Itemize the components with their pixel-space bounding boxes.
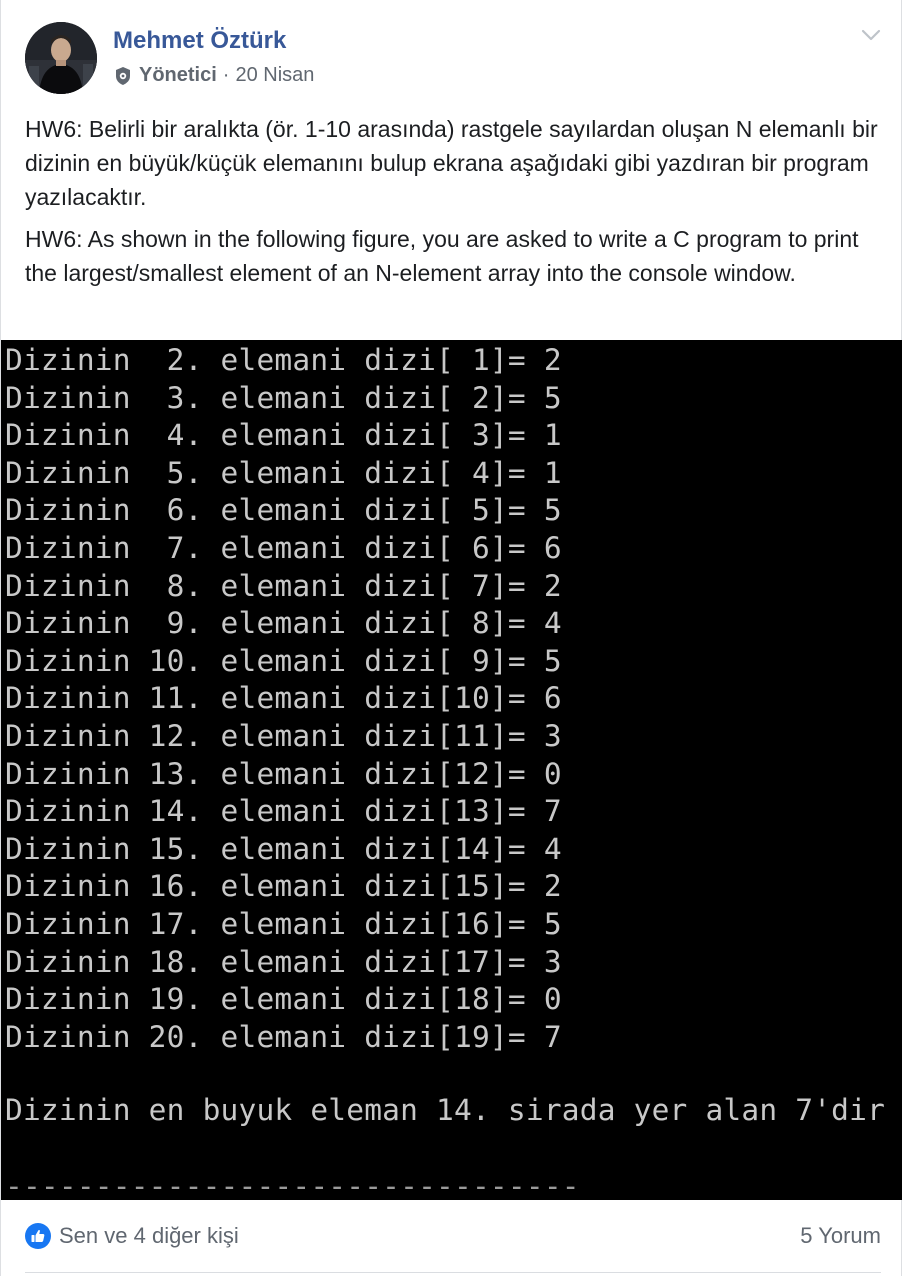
console-line: Dizinin 9. elemani dizi[ 8]= 4 xyxy=(5,606,562,641)
console-line: Dizinin 15. elemani dizi[14]= 4 xyxy=(5,831,562,866)
thumbs-up-icon xyxy=(25,1223,51,1249)
post-text-english: HW6: As shown in the following figure, y… xyxy=(25,226,859,286)
post-text-turkish: HW6: Belirli bir aralıkta (ör. 1-10 aras… xyxy=(25,116,878,210)
console-line: Dizinin 19. elemani dizi[18]= 0 xyxy=(5,982,562,1017)
console-line: Dizinin 5. elemani dizi[ 4]= 1 xyxy=(5,455,562,490)
console-line: Dizinin 16. elemani dizi[15]= 2 xyxy=(5,869,562,904)
reaction-text[interactable]: Sen ve 4 diğer kişi xyxy=(59,1223,239,1249)
role-label[interactable]: Yönetici xyxy=(139,64,217,87)
post-meta: Yönetici · 20 Nisan xyxy=(113,64,314,87)
author-name[interactable]: Mehmet Öztürk xyxy=(113,27,286,55)
console-line: Dizinin 20. elemani dizi[19]= 7 xyxy=(5,1019,562,1054)
console-line: Dizinin 11. elemani dizi[10]= 6 xyxy=(5,681,562,716)
author-avatar[interactable] xyxy=(25,22,97,94)
console-separator-line: -------------------------------- xyxy=(5,1169,580,1200)
console-line: Dizinin 8. elemani dizi[ 7]= 2 xyxy=(5,568,562,603)
console-line: Dizinin 4. elemani dizi[ 3]= 1 xyxy=(5,418,562,453)
console-line: Dizinin 10. elemani dizi[ 9]= 5 xyxy=(5,643,562,678)
console-line: Dizinin 12. elemani dizi[11]= 3 xyxy=(5,719,562,753)
post-date[interactable]: 20 Nisan xyxy=(235,64,314,87)
post-card: Mehmet Öztürk Yönetici · 20 Nisan HW6: B… xyxy=(0,0,902,1276)
console-line: Dizinin 3. elemani dizi[ 2]= 5 xyxy=(5,380,562,415)
console-line: Dizinin 17. elemani dizi[16]= 5 xyxy=(5,907,562,941)
console-screenshot[interactable]: Dizinin 2. elemani dizi[ 1]= 2 Dizinin 3.… xyxy=(1,340,902,1200)
console-result-line: Dizinin en buyuk eleman 14. sirada yer a… xyxy=(5,1093,886,1127)
console-line: Dizinin 6. elemani dizi[ 5]= 5 xyxy=(5,493,562,528)
post-footer: Sen ve 4 diğer kişi 5 Yorum xyxy=(25,1218,881,1254)
meta-separator: · xyxy=(222,64,230,86)
console-line: Dizinin 13. elemani dizi[12]= 0 xyxy=(5,756,562,791)
comment-count[interactable]: 5 Yorum xyxy=(800,1223,881,1249)
chevron-down-icon[interactable] xyxy=(859,26,883,44)
console-line: Dizinin 14. elemani dizi[13]= 7 xyxy=(5,794,562,829)
console-line: Dizinin 18. elemani dizi[17]= 3 xyxy=(5,944,562,979)
console-line: Dizinin 7. elemani dizi[ 6]= 6 xyxy=(5,531,562,565)
reaction-summary[interactable]: Sen ve 4 diğer kişi xyxy=(25,1223,239,1249)
footer-divider xyxy=(25,1272,881,1273)
console-line: Dizinin 2. elemani dizi[ 1]= 2 xyxy=(5,343,562,377)
admin-badge-icon xyxy=(113,66,133,86)
